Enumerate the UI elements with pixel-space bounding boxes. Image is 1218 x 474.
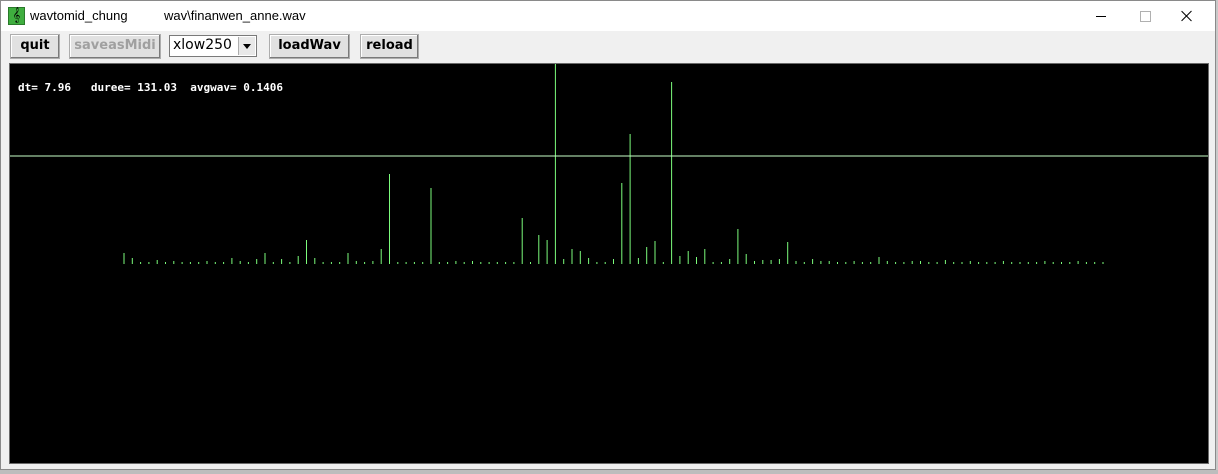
- dt-label: dt=: [18, 81, 38, 94]
- filter-select[interactable]: xlow250: [169, 35, 257, 57]
- load-wav-button[interactable]: loadWav: [269, 34, 350, 59]
- avgwav-label: avgwav=: [190, 81, 237, 94]
- quit-button[interactable]: quit: [10, 34, 60, 59]
- chevron-down-icon: [243, 43, 251, 49]
- minimize-button[interactable]: [1078, 1, 1124, 31]
- save-as-midi-button[interactable]: saveasMidi: [69, 34, 161, 59]
- maximize-button[interactable]: [1122, 1, 1168, 31]
- waveform-chart: [10, 64, 1208, 264]
- file-title: wav\finanwen_anne.wav: [164, 8, 306, 23]
- app-title: wavtomid_chung: [30, 8, 128, 23]
- close-icon: [1181, 10, 1193, 22]
- avgwav-value: 0.1406: [243, 81, 283, 94]
- title-bar[interactable]: 𝄞 wavtomid_chung wav\finanwen_anne.wav: [1, 1, 1215, 31]
- filter-select-value: xlow250: [173, 37, 232, 53]
- duree-value: 131.03: [137, 81, 177, 94]
- filter-select-arrow-button[interactable]: [238, 37, 255, 55]
- dt-value: 7.96: [44, 81, 72, 94]
- close-button[interactable]: [1164, 1, 1210, 31]
- stats-readout: dt= 7.96 duree= 131.03 avgwav= 0.1406: [18, 81, 283, 94]
- reload-button[interactable]: reload: [360, 34, 419, 59]
- app-icon: 𝄞: [8, 7, 25, 25]
- app-window: 𝄞 wavtomid_chung wav\finanwen_anne.wav q…: [0, 0, 1216, 470]
- minimize-icon: [1096, 15, 1106, 17]
- waveform-canvas[interactable]: dt= 7.96 duree= 131.03 avgwav= 0.1406: [9, 63, 1209, 464]
- desktop-background-strip: [0, 470, 1218, 474]
- maximize-icon: [1139, 10, 1151, 22]
- duree-label: duree=: [90, 81, 131, 94]
